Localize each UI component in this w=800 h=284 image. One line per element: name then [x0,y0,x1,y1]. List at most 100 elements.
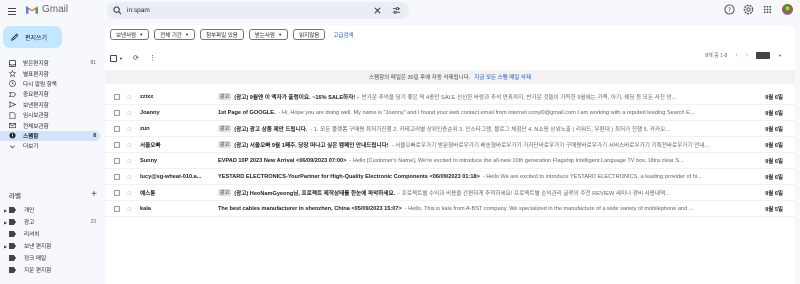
table-row[interactable]: ☆ zzixx 광고 (광고) 9월엔 이 액자가 출렁이요. ~16% SAL… [105,89,795,105]
label-item[interactable]: 리셔치 [0,228,100,240]
sender: Sunny [140,157,158,164]
label-name: 광고 [24,220,35,226]
label-item[interactable]: 정크 메일 [0,252,100,264]
input-tools-dropdown-icon[interactable]: ▼ [778,53,782,58]
advanced-search-link[interactable]: 고급검색 [333,31,353,39]
sidebar-item-starred[interactable]: 별표편지함 [0,68,100,78]
email-content: 광고 (광고) 서울오빠 9월 1째주, 당장 떠나고 싶은 캠페인 안내드립니… [218,141,755,149]
sidebar-item-important[interactable]: 중요편지함 [0,89,100,99]
label-icon [9,219,16,225]
sidebar-item-drafts[interactable]: 임시보관함 [0,110,100,120]
table-row[interactable]: ☆ lucy@sg-wheat-010.a... YESTARD ELECTRO… [105,169,795,185]
label-item[interactable]: 지운 편지함 [0,264,100,276]
chip-has-attachment[interactable]: 첨부파일 있음 [199,29,244,40]
star-icon[interactable]: ☆ [126,125,134,133]
email-content: 1st Page of GOOGLE. - Hi, Hope you are d… [218,110,755,116]
sidebar-item-inbox[interactable]: 받은편지함 81 [0,58,100,68]
row-checkbox[interactable] [114,157,120,164]
chip-unread[interactable]: 읽지않음 [293,29,326,40]
gmail-logo[interactable]: Gmail [25,4,68,15]
prev-page-icon[interactable]: ‹ [735,52,737,59]
sidebar-item-more[interactable]: 더보기 [0,141,100,151]
chip-label: 첨부파일 있음 [205,32,238,39]
label-badge: 광고 [218,189,232,196]
row-checkbox[interactable] [114,125,120,132]
sender: 예스튠 [140,190,156,197]
next-page-icon[interactable]: › [746,52,748,59]
expand-arrow-icon[interactable]: ▶ [4,208,9,213]
search-input[interactable] [127,5,367,16]
input-tools-icon[interactable] [756,52,771,59]
sender: zun [140,125,150,132]
search-icon[interactable] [113,6,122,15]
subject: EVPAD 10P 2023 New Arrival <06/09/2023 0… [218,157,347,164]
table-row[interactable]: ☆ 서울오빠 광고 (광고) 서울오빠 9월 1째주, 당장 떠나고 싶은 캠페… [105,137,795,153]
sidebar-item-snoozed[interactable]: 다시 알림 항목 [0,79,100,89]
help-icon[interactable]: ? [724,4,735,15]
add-label-icon[interactable]: + [91,190,97,200]
search-bar[interactable] [107,2,409,19]
star-icon[interactable]: ☆ [126,157,134,165]
compose-button[interactable]: 편지쓰기 [3,26,62,48]
expand-arrow-icon[interactable]: ▶ [4,220,9,225]
row-checkbox[interactable] [114,189,120,196]
sender: kala [140,205,151,212]
label-item[interactable]: ▶ 광고 23 [0,216,100,228]
labels-list: ▶ 개인 ▶ 광고 23 리셔치 ▶ 보낸 편지함 정크 메일 지운 편지함 [0,204,100,276]
star-icon[interactable]: ☆ [126,141,134,149]
sidebar-item-label: 다시 알림 항목 [23,81,57,88]
row-checkbox[interactable] [114,205,120,212]
row-checkbox[interactable] [114,109,120,116]
spam-icon [9,132,16,139]
table-row[interactable]: ☆ zun 광고 (광고) 광고 상품 제안 드립니다. - 1. 모든 플랫폼… [105,121,795,137]
label-item[interactable]: ▶ 개인 [0,204,100,216]
more-options-icon[interactable]: ⋮ [149,54,156,62]
table-row[interactable]: ☆ 예스튠 광고 (광고) HeoNamGyeong님, 프로젝트 제작상태를 … [105,185,795,201]
chip-to[interactable]: 받는사람 ▼ [248,29,289,40]
label-name: 정크 메일 [24,256,47,262]
sidebar-item-sent[interactable]: 보낸편지함 [0,100,100,110]
label-name: 지운 편지함 [24,268,52,274]
sidebar-item-count: 8 [93,132,96,139]
chip-any-time[interactable]: 전체 기간 ▼ [154,29,195,40]
sidebar: 받은편지함 81 별표편지함 다시 알림 항목 중요편지함 보낸편지함 임시보관… [0,58,100,152]
main-menu-icon[interactable] [6,5,18,17]
row-checkbox[interactable] [114,141,120,148]
expand-arrow-icon[interactable]: ▶ [4,244,9,249]
table-row[interactable]: ☆ Sunny EVPAD 10P 2023 New Arrival <06/0… [105,153,795,169]
apps-grid-icon[interactable] [762,4,773,15]
select-all-checkbox[interactable] [110,54,117,62]
delete-all-spam-link[interactable]: 지금 모든 스팸 메일 삭제 [474,73,531,81]
mail-icon [9,122,16,129]
inbox-icon [9,59,16,67]
avatar[interactable] [781,3,794,16]
pager: 8개 중 1-8 ‹ › ▼ [705,52,782,59]
search-options-icon[interactable] [392,6,401,15]
subject: (광고) 서울오빠 9월 1째주, 당장 떠나고 싶은 캠페인 안내드립니다! [234,142,389,149]
sidebar-item-spam[interactable]: 스팸함 8 [0,130,100,142]
refresh-icon[interactable]: ⟳ [133,54,139,62]
star-icon[interactable]: ☆ [126,173,134,181]
close-icon[interactable] [373,6,382,15]
label-item[interactable]: ▶ 보낸 편지함 [0,240,100,252]
star-icon[interactable]: ☆ [126,109,134,117]
table-row[interactable]: ☆ Joanny 1st Page of GOOGLE. - Hi, Hope … [105,105,795,121]
row-checkbox[interactable] [114,173,120,180]
spam-banner: 스팸함의 메일은 30일 후에 자동 삭제됩니다. 지금 모든 스팸 메일 삭제 [105,70,795,84]
star-icon[interactable]: ☆ [126,93,134,101]
date: 9월 6일 [765,126,783,133]
sidebar-item-all-mail[interactable]: 전체보관함 [0,120,100,130]
star-icon[interactable]: ☆ [126,205,134,213]
gear-icon[interactable] [743,4,754,15]
chip-from[interactable]: 보낸사람 ▼ [110,29,150,40]
sidebar-item-label: 별표편지함 [23,71,49,78]
select-dropdown-icon[interactable]: ▼ [119,56,123,61]
compose-label: 편지쓰기 [25,35,48,42]
label-name: 보낸 편지함 [24,244,52,250]
label-badge: 광고 [218,93,232,100]
star-icon[interactable]: ☆ [126,189,134,197]
sender: lucy@sg-wheat-010.a... [140,173,202,180]
row-checkbox[interactable] [114,93,120,100]
table-row[interactable]: ☆ kala The best cables manufacturer in s… [105,201,795,217]
sidebar-item-label: 보낸편지함 [23,102,49,109]
